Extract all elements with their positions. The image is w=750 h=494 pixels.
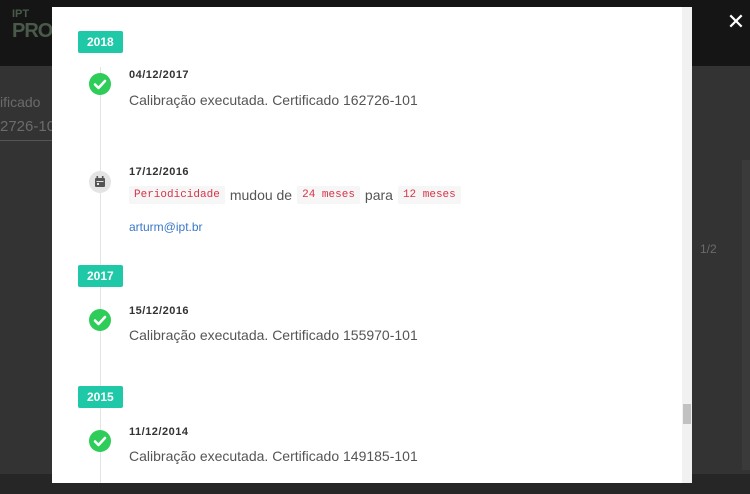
calendar-icon: [89, 171, 111, 193]
entry-description: Calibração executada. Certificado 162726…: [129, 92, 418, 108]
entry-date: 17/12/2016: [129, 166, 190, 178]
history-modal: 2018 04/12/2017 Calibração executada. Ce…: [52, 7, 692, 483]
change-description: Periodicidade mudou de 24 meses para 12 …: [129, 186, 461, 204]
year-badge-2015: 2015: [78, 386, 123, 408]
changed-field: Periodicidade: [129, 186, 225, 204]
entry-description: Calibração executada. Certificado 149185…: [129, 448, 418, 464]
entry-date: 11/12/2014: [129, 426, 189, 438]
new-value: 12 meses: [397, 186, 461, 204]
modal-scrollbar[interactable]: [682, 7, 692, 483]
check-icon: [89, 430, 111, 452]
scroll-thumb[interactable]: [683, 404, 691, 424]
entry-description: Calibração executada. Certificado 155970…: [129, 327, 418, 343]
field-label: ificado: [0, 94, 41, 110]
entry-date: 15/12/2016: [129, 305, 190, 317]
field-underline: [0, 140, 52, 141]
old-value: 24 meses: [297, 186, 360, 204]
field-value: 2726-10: [0, 118, 56, 135]
close-modal-button[interactable]: ✕: [724, 10, 748, 34]
app-logo: IPT PRO: [12, 8, 53, 42]
author-link[interactable]: arturm@ipt.br: [129, 220, 203, 234]
entry-date: 04/12/2017: [129, 69, 190, 81]
change-verb: mudou de: [229, 187, 293, 203]
pager-indicator: 1/2: [700, 242, 717, 256]
change-separator: para: [364, 187, 393, 203]
year-badge-2018: 2018: [78, 31, 123, 53]
check-icon: [89, 309, 111, 331]
year-badge-2017: 2017: [78, 265, 123, 287]
check-icon: [89, 73, 111, 95]
background-scrollbar: [742, 160, 750, 470]
